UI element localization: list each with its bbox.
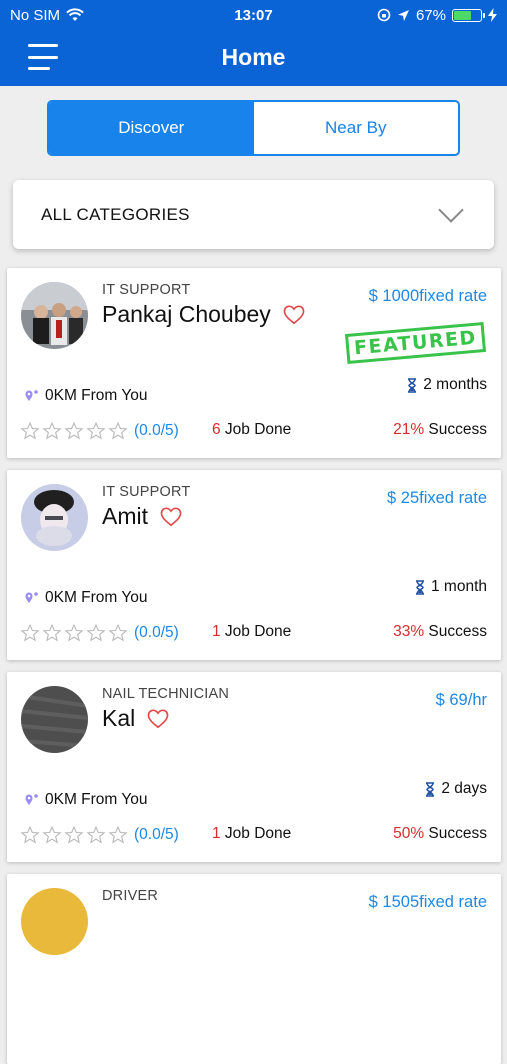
navigation-bar: Home [0, 30, 507, 86]
category-dropdown-label: ALL CATEGORIES [41, 204, 190, 224]
success-label: Success [424, 421, 487, 438]
page-title: Home [221, 44, 286, 70]
jobs-done: 1 Job Done [212, 825, 291, 843]
star-icon [64, 825, 84, 844]
jobs-label: Job Done [220, 825, 292, 842]
duration-text: 2 months [423, 376, 487, 393]
jobs-done: 6 Job Done [212, 421, 291, 439]
duration: 2 months [407, 376, 487, 394]
provider-card[interactable]: DRIVER $ 1505fixed rate [7, 874, 501, 1064]
distance: 0KM From You [24, 387, 148, 405]
star-icon [42, 623, 62, 642]
success-percent: 50% [393, 825, 425, 842]
hourglass-icon [408, 377, 417, 393]
segmented-control: Discover Near By [47, 100, 460, 156]
hourglass-icon [415, 579, 424, 595]
distance-text: 0KM From You [45, 589, 148, 606]
heart-icon[interactable] [147, 709, 169, 729]
star-icon [86, 421, 106, 440]
tab-discover[interactable]: Discover [49, 102, 254, 154]
category-label: IT SUPPORT [102, 282, 191, 298]
rating-score: (0.0/5) [134, 624, 179, 641]
star-icon [64, 623, 84, 642]
distance: 0KM From You [24, 791, 148, 809]
location-pin-icon [25, 794, 38, 805]
chevron-down-icon [438, 196, 464, 223]
rate-label: $ 25fixed rate [387, 489, 487, 507]
duration: 2 days [425, 780, 487, 798]
jobs-label: Job Done [220, 421, 292, 438]
jobs-label: Job Done [220, 623, 292, 640]
star-icon [20, 421, 40, 440]
category-dropdown[interactable]: ALL CATEGORIES [13, 180, 494, 249]
distance-text: 0KM From You [45, 791, 148, 808]
rating-stars: (0.0/5) [20, 421, 179, 441]
provider-card[interactable]: IT SUPPORT Pankaj Choubey $ 1000fixed ra… [7, 268, 501, 458]
provider-name-text: Amit [102, 503, 148, 529]
star-icon [42, 421, 62, 440]
star-icon [108, 825, 128, 844]
provider-name: Kal [102, 705, 169, 732]
heart-icon[interactable] [283, 305, 305, 325]
tab-near-by[interactable]: Near By [254, 102, 459, 154]
category-label: NAIL TECHNICIAN [102, 686, 230, 702]
avatar [21, 888, 88, 955]
provider-card[interactable]: NAIL TECHNICIAN Kal $ 69/hr 0KM From You… [7, 672, 501, 862]
provider-name-text: Kal [102, 705, 136, 731]
duration-text: 1 month [430, 578, 487, 595]
success-label: Success [424, 623, 487, 640]
category-label: IT SUPPORT [102, 484, 191, 500]
distance: 0KM From You [24, 589, 148, 607]
location-pin-icon [25, 390, 38, 401]
success-label: Success [424, 825, 487, 842]
avatar [21, 484, 88, 551]
success-rate: 21% Success [393, 421, 487, 439]
success-percent: 21% [393, 421, 425, 438]
star-icon [20, 825, 40, 844]
jobs-done: 1 Job Done [212, 623, 291, 641]
distance-text: 0KM From You [45, 387, 148, 404]
star-icon [86, 623, 106, 642]
rate-label: $ 1505fixed rate [368, 893, 487, 911]
category-label: DRIVER [102, 888, 158, 904]
rating-stars: (0.0/5) [20, 825, 179, 845]
rating-score: (0.0/5) [134, 826, 179, 843]
star-icon [108, 421, 128, 440]
jobs-count: 6 [212, 421, 221, 438]
status-bar: No SIM 13:07 67% [0, 0, 507, 30]
battery-icon [452, 8, 485, 22]
star-icon [86, 825, 106, 844]
jobs-count: 1 [212, 825, 221, 842]
avatar [21, 282, 88, 349]
rating-stars: (0.0/5) [20, 623, 179, 643]
rate-label: $ 69/hr [435, 691, 487, 709]
star-icon [64, 421, 84, 440]
success-rate: 50% Success [393, 825, 487, 843]
rate-label: $ 1000fixed rate [368, 287, 487, 305]
duration-text: 2 days [441, 780, 487, 797]
provider-name: Amit [102, 503, 182, 530]
star-icon [42, 825, 62, 844]
success-percent: 33% [393, 623, 425, 640]
featured-badge: FEATURED [344, 322, 487, 364]
jobs-count: 1 [212, 623, 221, 640]
success-rate: 33% Success [393, 623, 487, 641]
rating-score: (0.0/5) [134, 422, 179, 439]
avatar [21, 686, 88, 753]
hourglass-icon [426, 781, 435, 797]
provider-card[interactable]: IT SUPPORT Amit $ 25fixed rate 0KM From … [7, 470, 501, 660]
location-pin-icon [25, 592, 38, 603]
star-icon [20, 623, 40, 642]
duration: 1 month [415, 578, 487, 596]
provider-name-text: Pankaj Choubey [102, 301, 271, 327]
clock: 13:07 [234, 6, 273, 24]
heart-icon[interactable] [160, 507, 182, 527]
star-icon [108, 623, 128, 642]
provider-name: Pankaj Choubey [102, 301, 305, 328]
